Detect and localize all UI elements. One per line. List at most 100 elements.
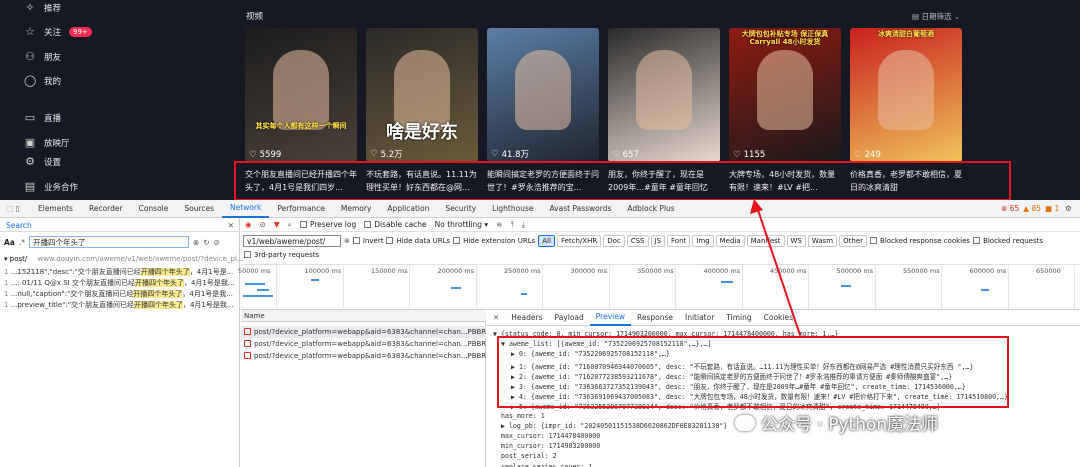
detail-tab-preview[interactable]: Preview	[589, 310, 631, 326]
hide-data-urls-checkbox[interactable]: Hide data URLs	[386, 237, 450, 245]
search-result[interactable]: 1 ...: 01/11 Q@x.SI 交个朋友直播间已经开播四个年头了，4月1…	[4, 278, 235, 288]
search-result[interactable]: 1 ...preview_title":"交个朋友直播间已经开播四个年头了，4月…	[4, 300, 234, 310]
filter-chip-js[interactable]: JS	[650, 235, 666, 247]
tab-console[interactable]: Console	[131, 200, 177, 218]
sidebar-item-settings[interactable]: ⚙ 设置	[24, 155, 61, 169]
request-row[interactable]: post/?device_platform=webapp&aid=6383&ch…	[241, 350, 486, 362]
result-match: 开播四个年头了	[134, 279, 184, 287]
tab-application[interactable]: Application	[379, 200, 437, 218]
clear-icon[interactable]: ⊘	[260, 220, 266, 229]
filter-chip-css[interactable]: CSS	[626, 235, 649, 247]
preview-line[interactable]: ▶ log_pb: {impr_id: "20240501151538D6620…	[501, 422, 727, 430]
record-button[interactable]: ◉	[245, 220, 252, 229]
filter-chip-ws[interactable]: WS	[786, 235, 806, 247]
import-icon[interactable]: ⤒	[510, 220, 513, 230]
throttling-select[interactable]: No throttling ▾	[435, 220, 489, 229]
sidebar-item-business[interactable]: ▤ 业务合作	[24, 181, 78, 194]
filter-chip-manifest[interactable]: Manifest	[746, 235, 785, 247]
video-thumbnail[interactable]: 其实每个人都有这样一个瞬间 ♡ 5599	[245, 28, 357, 162]
preview-line[interactable]: max_cursor: 1714478400000	[501, 432, 600, 440]
cancel-icon[interactable]: ⊘	[214, 238, 220, 247]
sidebar-item-live[interactable]: ▭ 直播	[24, 112, 61, 125]
inspect-icon[interactable]: ⬚ ▯	[0, 204, 30, 213]
network-timeline[interactable]: 50000 ms 100000 ms 150000 ms 200000 ms 25000…	[238, 264, 1080, 311]
filter-chip-other[interactable]: Other	[839, 235, 868, 247]
search-result-group[interactable]: ▾ post/ www.douyin.com/aweme/v1/web/awem…	[4, 255, 244, 263]
preview-line[interactable]: replace_series_cover: 1	[501, 463, 592, 467]
sidebar-item-theater[interactable]: ▣ 放映厅	[24, 137, 70, 150]
sidebar-item-follow[interactable]: ☆ 关注 99+	[24, 26, 92, 38]
blocked-requests-checkbox[interactable]: Blocked requests	[973, 237, 1043, 245]
preserve-log-checkbox[interactable]: Preserve log	[299, 220, 356, 229]
tab-sources[interactable]: Sources	[176, 200, 222, 218]
thumbnail-figure	[878, 50, 934, 130]
preview-line[interactable]: has_more: 1	[501, 412, 545, 420]
preview-line[interactable]: min_cursor: 1714903200000	[501, 442, 600, 450]
video-thumbnail[interactable]: 冰爽清甜白葡萄酒 ♡ 249	[850, 28, 962, 162]
search-input[interactable]: 开播四个年头了	[29, 236, 190, 248]
filter-chip-img[interactable]: Img	[692, 235, 714, 247]
sidebar-item-friends[interactable]: ⚇ 朋友	[24, 51, 61, 64]
filter-chip-all[interactable]: All	[538, 235, 555, 247]
request-row[interactable]: post/?device_platform=webapp&aid=6383&ch…	[241, 326, 486, 338]
detail-tab-timing[interactable]: Timing	[720, 310, 757, 326]
info-count[interactable]: ■ 1	[1045, 204, 1059, 213]
search-icon[interactable]: ⌕	[288, 220, 292, 230]
errors-count[interactable]: ⊗ 65	[1001, 204, 1019, 213]
refresh-icon[interactable]: ↻	[203, 238, 209, 247]
hide-extension-urls-checkbox[interactable]: Hide extension URLs	[453, 237, 535, 245]
video-thumbnail[interactable]: ♡ 657	[608, 28, 720, 162]
search-result[interactable]: 1 ...null,"caption":"交个朋友直播间已经开播四个年头了，4月…	[4, 289, 233, 299]
tab-memory[interactable]: Memory	[333, 200, 380, 218]
close-icon[interactable]: ✕	[487, 313, 505, 322]
clear-filter-icon[interactable]: ⊗	[344, 237, 350, 245]
gear-icon: ⚙	[25, 155, 35, 168]
sidebar-item-mine[interactable]: ◯ 我的	[24, 75, 61, 88]
video-thumbnail[interactable]: ♡ 41.8万	[487, 28, 599, 162]
search-pane: Search ✕ Aa .* 开播四个年头了 ⊗ ↻ ⊘ ▾ post/ www…	[0, 218, 244, 467]
regex-button[interactable]: .*	[19, 238, 25, 247]
filter-chip-doc[interactable]: Doc	[603, 235, 625, 247]
disable-cache-checkbox[interactable]: Disable cache	[364, 220, 427, 229]
tab-performance[interactable]: Performance	[269, 200, 333, 218]
filter-icon[interactable]: ▼	[274, 220, 280, 229]
third-party-checkbox[interactable]: 3rd-party requests	[244, 251, 319, 259]
tab-lighthouse[interactable]: Lighthouse	[484, 200, 541, 218]
video-thumbnail[interactable]: 啥是好东 ♡ 5.2万	[366, 28, 478, 162]
filter-input[interactable]: v1/web/aweme/post/	[243, 235, 341, 247]
tab-adblock-plus[interactable]: Adblock Plus	[619, 200, 682, 218]
tab-security[interactable]: Security	[437, 200, 484, 218]
clear-search-icon[interactable]: ⊗	[193, 238, 199, 247]
match-case-button[interactable]: Aa	[4, 238, 15, 247]
detail-tab-headers[interactable]: Headers	[505, 310, 548, 326]
name-column-header[interactable]: Name	[241, 310, 486, 322]
filter-chip-font[interactable]: Font	[667, 235, 691, 247]
filter-chip-wasm[interactable]: Wasm	[807, 235, 838, 247]
tab-avast-passwords[interactable]: Avast Passwords	[541, 200, 619, 218]
tab-recorder[interactable]: Recorder	[81, 200, 131, 218]
search-tab-label[interactable]: Search	[6, 221, 32, 230]
invert-checkbox[interactable]: Invert	[352, 237, 383, 245]
export-icon[interactable]: ⤓	[522, 220, 525, 230]
filter-chip-fetchxhr[interactable]: Fetch/XHR	[556, 235, 602, 247]
tab-network[interactable]: Network	[222, 200, 270, 218]
timeline-gridline	[342, 265, 344, 311]
detail-tab-cookies[interactable]: Cookies	[758, 310, 799, 326]
warnings-count[interactable]: ▲ 85	[1023, 204, 1041, 213]
detail-tab-initiator[interactable]: Initiator	[679, 310, 720, 326]
preview-line[interactable]: post_serial: 2	[501, 452, 557, 460]
tab-elements[interactable]: Elements	[30, 200, 81, 218]
sidebar-item-recommend[interactable]: ✧ 推荐	[24, 2, 61, 15]
request-row[interactable]: post/?device_platform=webapp&aid=6383&ch…	[241, 338, 486, 350]
search-result[interactable]: 1 ...152118","desc":"交个朋友直播间已经开播四个年头了，4月…	[4, 267, 233, 277]
date-filter[interactable]: ▤ 日期筛选 ⌄	[912, 11, 960, 22]
detail-tab-payload[interactable]: Payload	[549, 310, 590, 326]
video-thumbnail[interactable]: 大牌包包补贴专场 保正保真 Carryall 48小时发货 ♡ 1155	[729, 28, 841, 162]
timeline-gridline	[276, 265, 277, 311]
detail-tab-response[interactable]: Response	[631, 310, 679, 326]
filter-chip-media[interactable]: Media	[715, 235, 745, 247]
wifi-icon[interactable]: ≋	[496, 220, 502, 229]
blocked-cookies-checkbox[interactable]: Blocked response cookies	[870, 237, 970, 245]
settings-gear-icon[interactable]: ⚙	[1065, 204, 1072, 213]
close-icon[interactable]: ✕	[228, 221, 234, 230]
